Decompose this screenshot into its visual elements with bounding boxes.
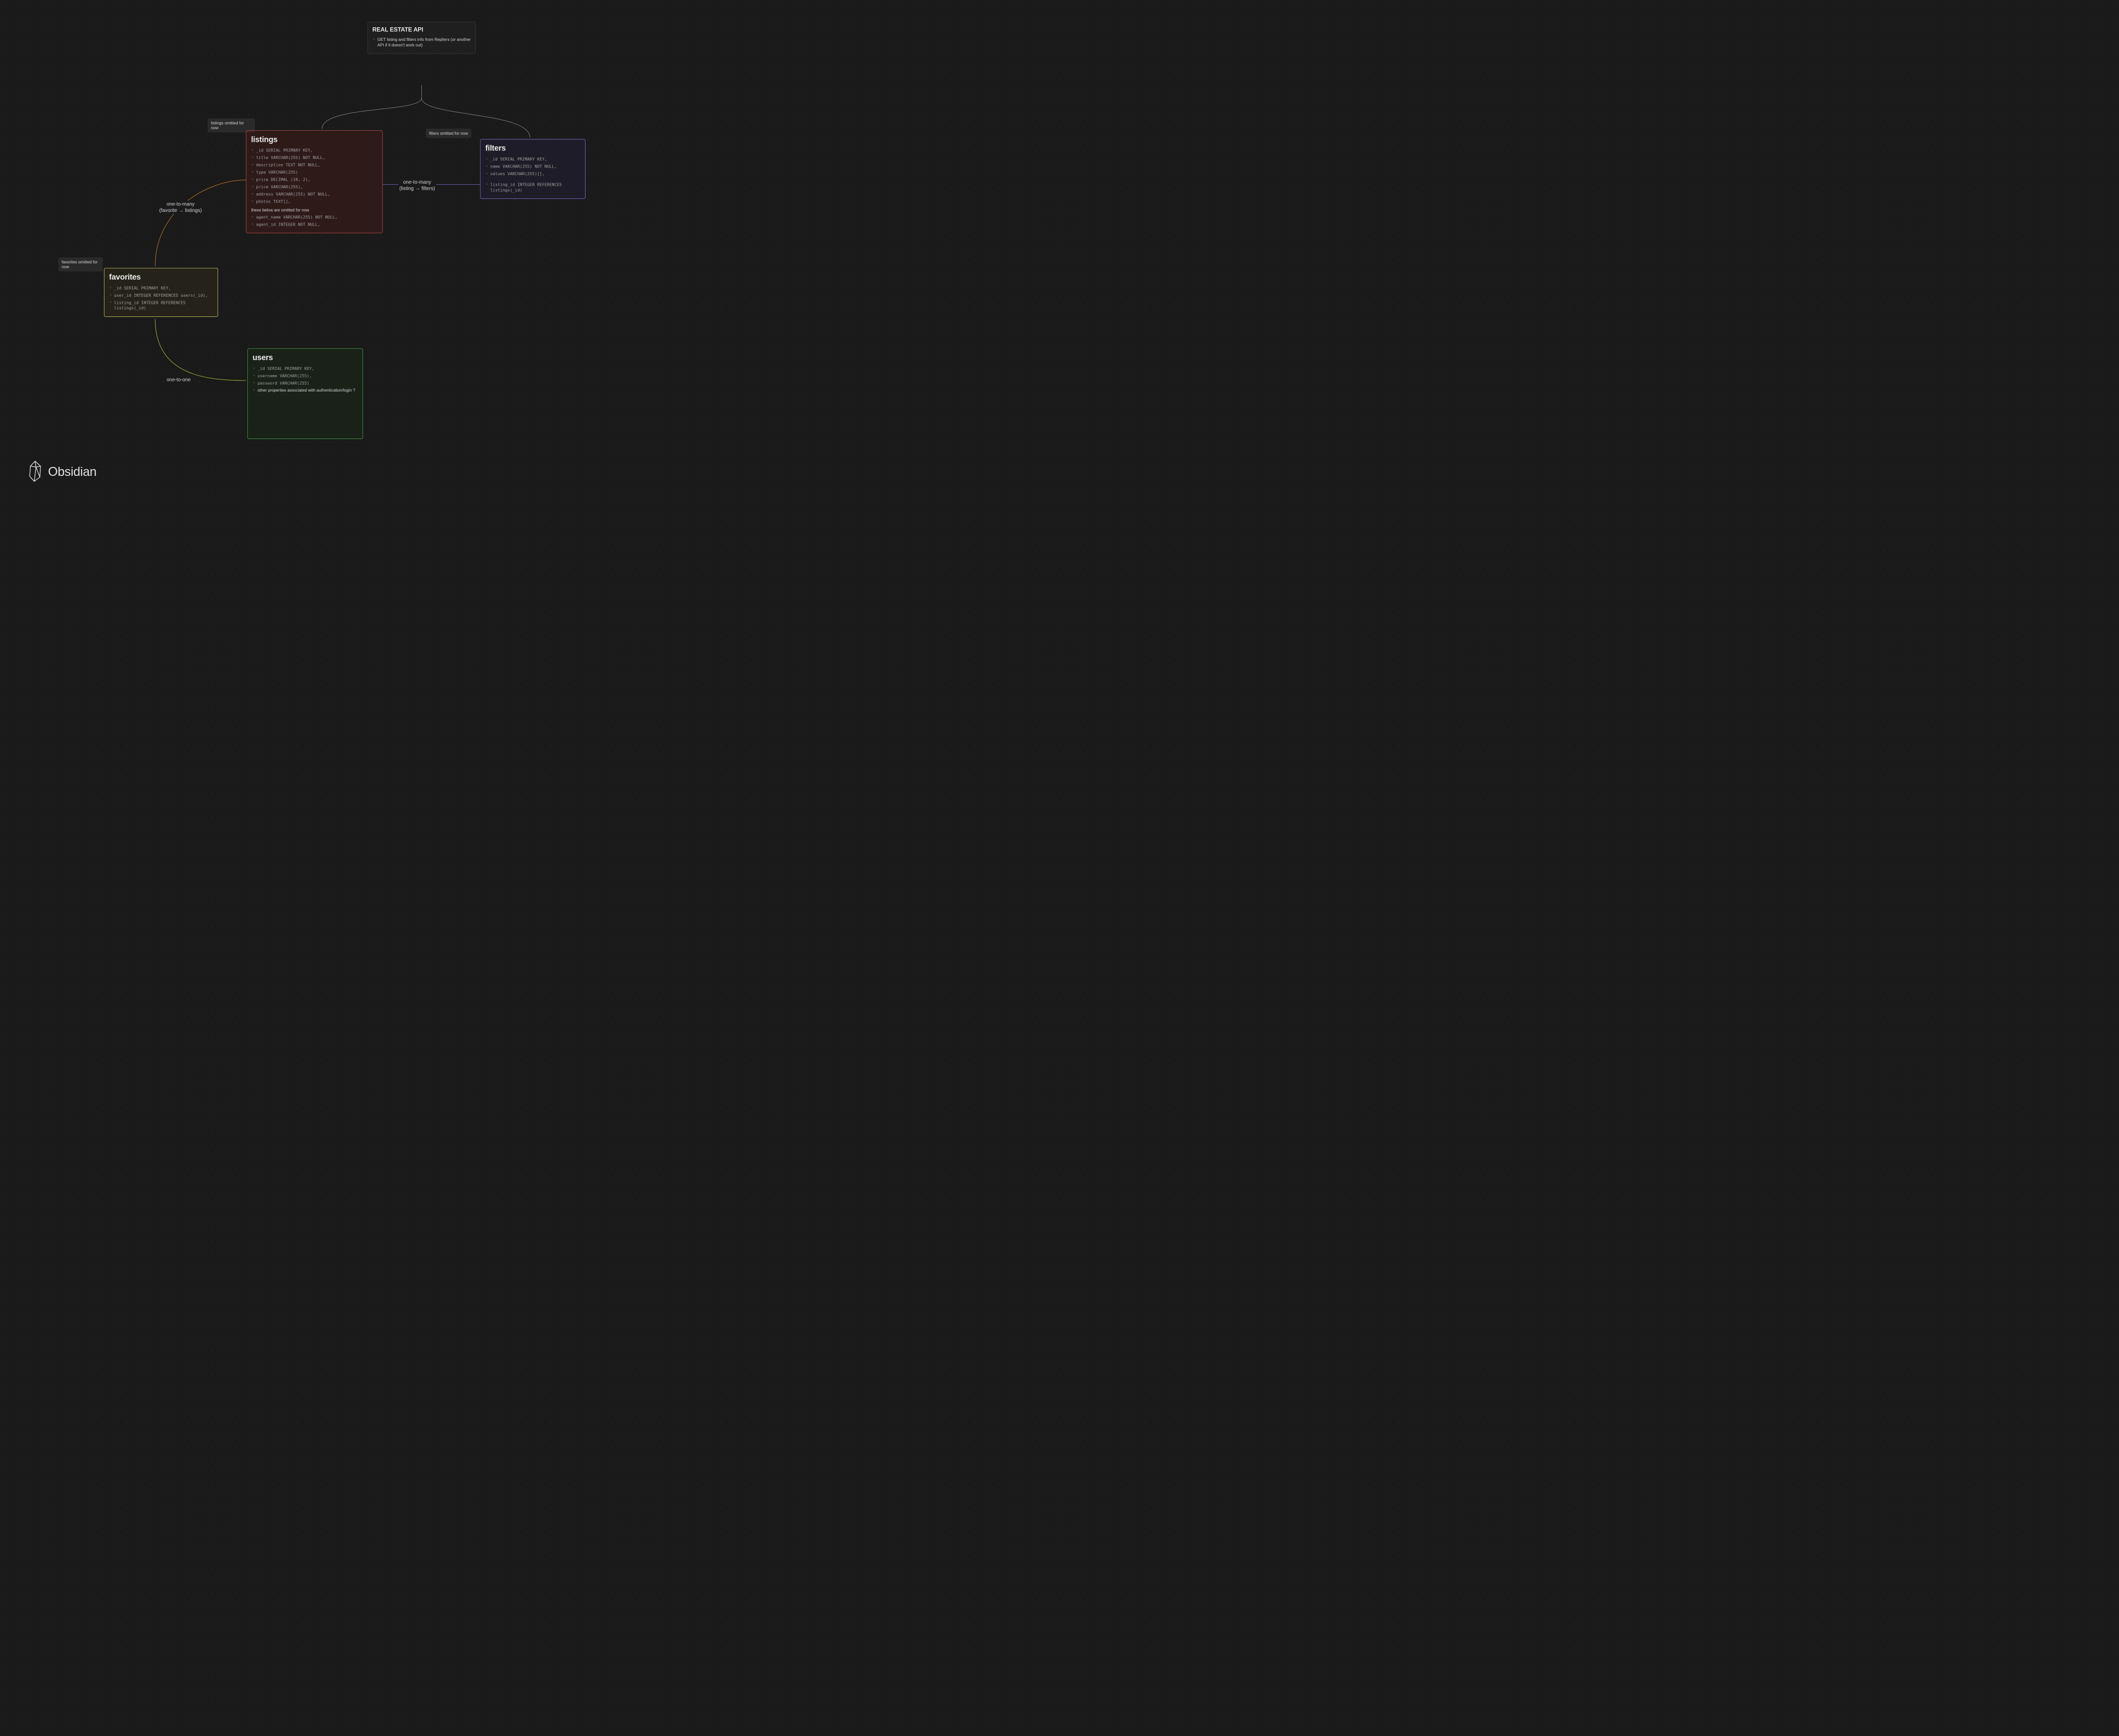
obsidian-logo-icon — [26, 460, 44, 483]
node-real-estate-api[interactable]: REAL ESTATE API GET listing and filters … — [367, 22, 476, 54]
favorites-field: _id SERIAL PRIMARY KEY, — [109, 284, 213, 291]
filters-field: listing_id INTEGER REFERENCES listings(_… — [485, 181, 580, 194]
tag-favorites-omitted[interactable]: favorites omitted for now — [59, 257, 102, 271]
listings-field: agent_id INTEGER NOT NULL, — [251, 221, 378, 228]
node-favorites[interactable]: favorites _id SERIAL PRIMARY KEY, user_i… — [104, 268, 218, 317]
listings-field: agent_name VARCHAR(255) NOT NULL, — [251, 213, 378, 221]
api-item: GET listing and filters info from Replie… — [373, 36, 471, 48]
filters-field: _id SERIAL PRIMARY KEY, — [485, 155, 580, 162]
node-title: REAL ESTATE API — [373, 26, 471, 33]
node-filters[interactable]: filters _id SERIAL PRIMARY KEY, name VAR… — [480, 139, 586, 199]
users-field: _id SERIAL PRIMARY KEY, — [252, 365, 358, 372]
users-field: password VARCHAR(255) — [252, 379, 358, 387]
listings-field: type VARCHAR(255) — [251, 169, 378, 176]
listings-field: price VARCHAR(255), — [251, 183, 378, 190]
node-title: favorites — [109, 273, 213, 282]
node-users[interactable]: users _id SERIAL PRIMARY KEY, username V… — [247, 348, 363, 439]
obsidian-watermark-text: Obsidian — [48, 464, 96, 479]
node-title: users — [252, 353, 358, 362]
listings-field: title VARCHAR(255) NOT NULL, — [251, 154, 378, 161]
filters-field: values VARCHAR(255)[], — [485, 170, 580, 177]
edge-label-fav-listings: one-to-many (favorite → listings) — [158, 200, 203, 214]
edge-label-listing-filters: one-to-many (listing → filters) — [398, 179, 436, 192]
listings-field: address VARCHAR(255) NOT NULL, — [251, 191, 378, 198]
users-note: other properties associated with authent… — [252, 387, 358, 394]
users-field: username VARCHAR(255), — [252, 372, 358, 379]
edge-label-fav-users: one-to-one — [166, 376, 192, 384]
favorites-field: listing_id INTEGER REFERENCES listings(_… — [109, 299, 213, 311]
listings-section-note: these below are omitted for now — [251, 208, 378, 212]
listings-field: photos TEXT[], — [251, 198, 378, 205]
filters-field: name VARCHAR(255) NOT NULL, — [485, 163, 580, 170]
node-title: filters — [485, 143, 580, 152]
node-listings[interactable]: listings _id SERIAL PRIMARY KEY, title V… — [246, 130, 383, 233]
listings-field: price DECIMAL (10, 2), — [251, 176, 378, 183]
node-title: listings — [251, 135, 378, 144]
listings-field: _id SERIAL PRIMARY KEY, — [251, 147, 378, 154]
canvas[interactable]: REAL ESTATE API GET listing and filters … — [0, 0, 614, 504]
tag-filters-omitted[interactable]: filters omitted for now — [426, 129, 471, 138]
listings-field: description TEXT NOT NULL, — [251, 161, 378, 169]
favorites-field: user_id INTEGER REFERENCES users(_id), — [109, 292, 213, 299]
obsidian-watermark: Obsidian — [26, 460, 96, 483]
